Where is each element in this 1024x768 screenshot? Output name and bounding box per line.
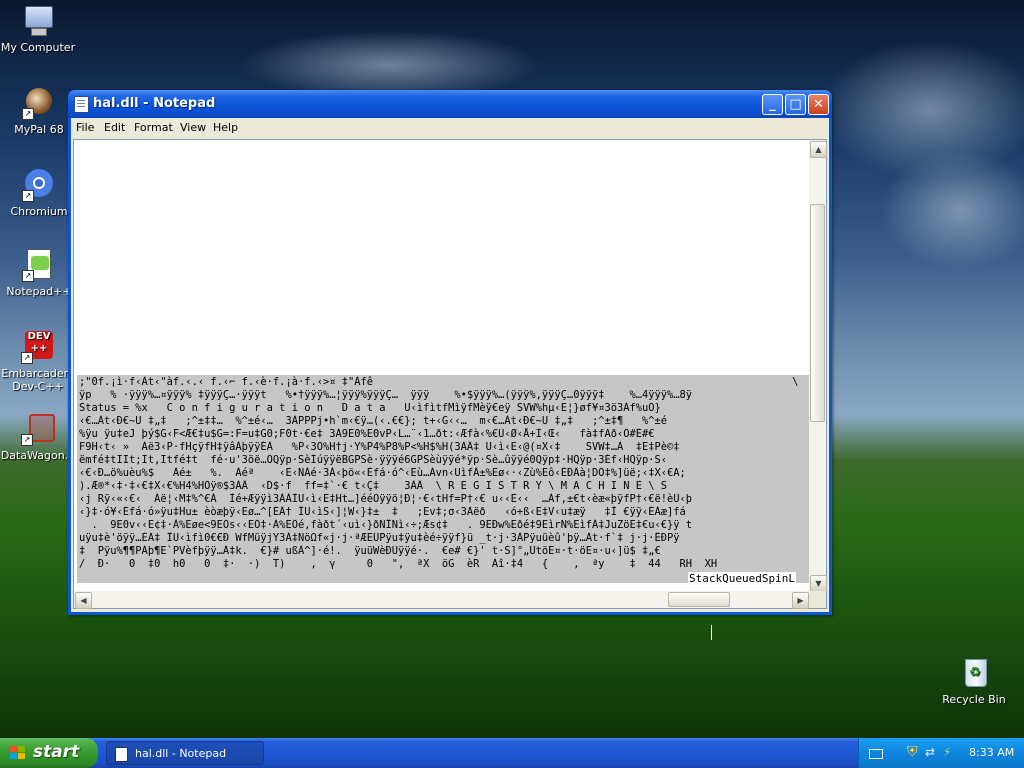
mypal-browser-icon: ↗ (22, 86, 56, 120)
horizontal-scrollbar[interactable]: ◀ ▶ (74, 591, 810, 609)
text-line: ).Æ®*‹‡·‡‹€‡X‹€%H4%HÖÿ®$3ÀÂ ‹D$·f ff=‡`·… (79, 480, 668, 492)
recycle-bin-icon: ♻ (957, 656, 991, 690)
desktop-icon-my-computer[interactable]: My Computer (0, 4, 76, 54)
shortcut-arrow-icon: ↗ (21, 434, 33, 446)
shortcut-arrow-icon: ↗ (22, 270, 34, 282)
windows-logo-icon (10, 746, 25, 760)
window-frame: File Edit Format View Help ;"0f.¡ì·f‹Àt‹… (71, 118, 829, 612)
desktop-icon-dev-cpp[interactable]: DEV ++ ↗ Embarcadero Dev-C++ (0, 330, 76, 393)
desktop-icon-recycle-bin[interactable]: ♻ Recycle Bin (936, 656, 1012, 706)
text-line: ‹j Rÿ‹«‹€‹ Àë¦‹M‡%^€À Ìé+Æÿÿì3ÀÀÌU‹ì‹E‡H… (79, 493, 693, 505)
menu-edit[interactable]: Edit (104, 121, 125, 134)
text-line: ;"0f.¡ì·f‹Àt‹"àf.‹.‹ f.‹⌐ f.‹è·f.¡à·f.‹>… (79, 376, 799, 388)
close-button[interactable]: ✕ (808, 94, 829, 115)
menu-format[interactable]: Format (134, 121, 173, 134)
taskbar-button-label: hal.dll - Notepad (135, 747, 227, 760)
taskbar: start hal.dll - Notepad ⛨ ⇄ ⚡ 8:33 AM (0, 738, 1024, 768)
mouse-cursor-ibeam (711, 625, 715, 640)
safely-remove-icon[interactable]: ⚡ (943, 745, 957, 759)
security-shield-icon[interactable]: ⛨ (907, 744, 921, 760)
clock: 8:33 AM (969, 746, 1015, 759)
desktop-icon-label-line1: Embarcadero (1, 367, 75, 380)
text-line: %ÿu ÿu‡eJ þý$G‹F<Æ€‡u$G=:F=u‡G0;F0t·€e‡ … (79, 428, 655, 440)
start-label: start (33, 742, 80, 762)
menu-help[interactable]: Help (213, 121, 238, 134)
network-icon[interactable]: ⇄ (925, 745, 939, 759)
text-line: Status = %x C o n f i g u r a t i o n D … (79, 402, 661, 414)
text-line: / Ð· 0 ‡0 h0 0 ‡· ·) T) ‚ γ 0 ", ªX öG è… (79, 558, 718, 570)
text-line: F9H‹t‹ » Àë3‹P·fHçÿfH‡ÿâÀþÿÿÉÀ %P‹3Ö%H†j… (79, 441, 680, 453)
text-line: ‹}‡·ó¥‹Éfá·ó»ÿu‡Hu± èòæþÿ‹Eø…^[ÉÂ† ÎU‹ìS… (79, 506, 686, 518)
scroll-right-button[interactable]: ▶ (792, 592, 809, 609)
my-computer-icon (21, 4, 55, 38)
desktop-icon-label: Notepad++ (6, 285, 72, 298)
text-line: ÿp % ·ÿÿÿ%…¤ÿÿÿ% ‡ÿÿÿÇ…·ÿÿÿt %•†ÿÿÿ%…¦ÿÿ… (79, 389, 693, 401)
desktop-icon-label: MyPal 68 (14, 123, 64, 136)
text-fragment: StackQueuedSpinL (688, 572, 796, 584)
notepad-icon (115, 747, 128, 762)
title-bar[interactable]: hal.dll - Notepad _ □ ✕ (68, 90, 832, 118)
horizontal-scroll-thumb[interactable] (668, 592, 730, 607)
window-title: hal.dll - Notepad (93, 96, 216, 111)
menu-file[interactable]: File (76, 121, 94, 134)
vertical-scrollbar[interactable]: ▲ ▼ (809, 140, 827, 592)
text-editor[interactable]: ;"0f.¡ì·f‹Àt‹"àf.‹.‹ f.‹⌐ f.‹è·f.¡à·f.‹>… (73, 139, 827, 609)
desktop-icon-chromium[interactable]: ↗ Chromium (1, 168, 77, 218)
datawagon-icon: ↗ (21, 412, 55, 446)
shortcut-arrow-icon: ↗ (21, 352, 33, 364)
desktop-icon-label: Recycle Bin (942, 693, 1006, 706)
scroll-left-button[interactable]: ◀ (75, 592, 92, 609)
text-line: ‡ Pÿu%¶¶PÁþ¶E`PVèfþÿÿ…À‡k. €}# ußÀ^]·é!.… (79, 545, 661, 557)
shortcut-arrow-icon: ↗ (22, 108, 34, 120)
notepad-plus-plus-icon: ↗ (22, 248, 56, 282)
keyboard-icon[interactable] (869, 749, 883, 759)
minimize-button[interactable]: _ (762, 94, 783, 115)
desktop-icon-label: Chromium (10, 205, 68, 218)
text-line: ‹€…Àt‹Ð€~U ‡„‡ ;^±‡‡… %^±é‹… 3ÀPPPj•h`m‹… (79, 415, 668, 427)
scroll-down-button[interactable]: ▼ (810, 575, 827, 592)
scroll-up-button[interactable]: ▲ (810, 141, 827, 158)
maximize-button[interactable]: □ (785, 94, 806, 115)
shortcut-arrow-icon: ↗ (22, 190, 34, 202)
taskbar-button-notepad[interactable]: hal.dll - Notepad (106, 741, 264, 765)
vertical-scroll-thumb[interactable] (810, 204, 825, 422)
desktop-icon-datawagon[interactable]: ↗ DataWagon... (0, 412, 76, 462)
size-grip (809, 591, 826, 608)
notepad-icon (74, 96, 89, 113)
menu-bar: File Edit Format View Help (71, 118, 829, 138)
desktop-icon-notepad-plus-plus[interactable]: ↗ Notepad++ (1, 248, 77, 298)
system-tray: ⛨ ⇄ ⚡ 8:33 AM (858, 738, 1024, 768)
chromium-icon: ↗ (22, 168, 56, 202)
notepad-window[interactable]: hal.dll - Notepad _ □ ✕ File Edit Format… (68, 90, 832, 615)
text-line: . 9E0v‹‹E¢‡·À%Eøe<9EÖs‹‹EÖ‡·À%EÖé,fàðt´‹… (79, 519, 693, 531)
desktop-icon-label: My Computer (0, 41, 76, 54)
text-line: uÿu‡è'öÿÿ…ÉÄ‡ ÎU‹ìfì0€€Ð WfMüÿjY3À‡ÑöΩf«… (79, 532, 680, 544)
text-area[interactable]: ;"0f.¡ì·f‹Àt‹"àf.‹.‹ f.‹⌐ f.‹è·f.¡à·f.‹>… (76, 142, 810, 584)
desktop-icon-label-line2: Dev-C++ (12, 380, 64, 393)
start-button[interactable]: start (0, 738, 98, 768)
desktop-icon-mypal[interactable]: ↗ MyPal 68 (1, 86, 77, 136)
desktop-icon-label: DataWagon... (0, 449, 76, 462)
text-line: ëmfé‡tIIt;It,Itfé‡t fé·u'3öë…ÖQÿp·SèÍúÿÿ… (79, 454, 668, 466)
menu-view[interactable]: View (180, 121, 206, 134)
text-line: ‹€‹Ð…ö%uèu%$ Àé± %. Àéª ‹E‹ÑÁé·3À‹þö«‹Éf… (79, 467, 686, 479)
dev-cpp-icon: DEV ++ ↗ (21, 330, 55, 364)
